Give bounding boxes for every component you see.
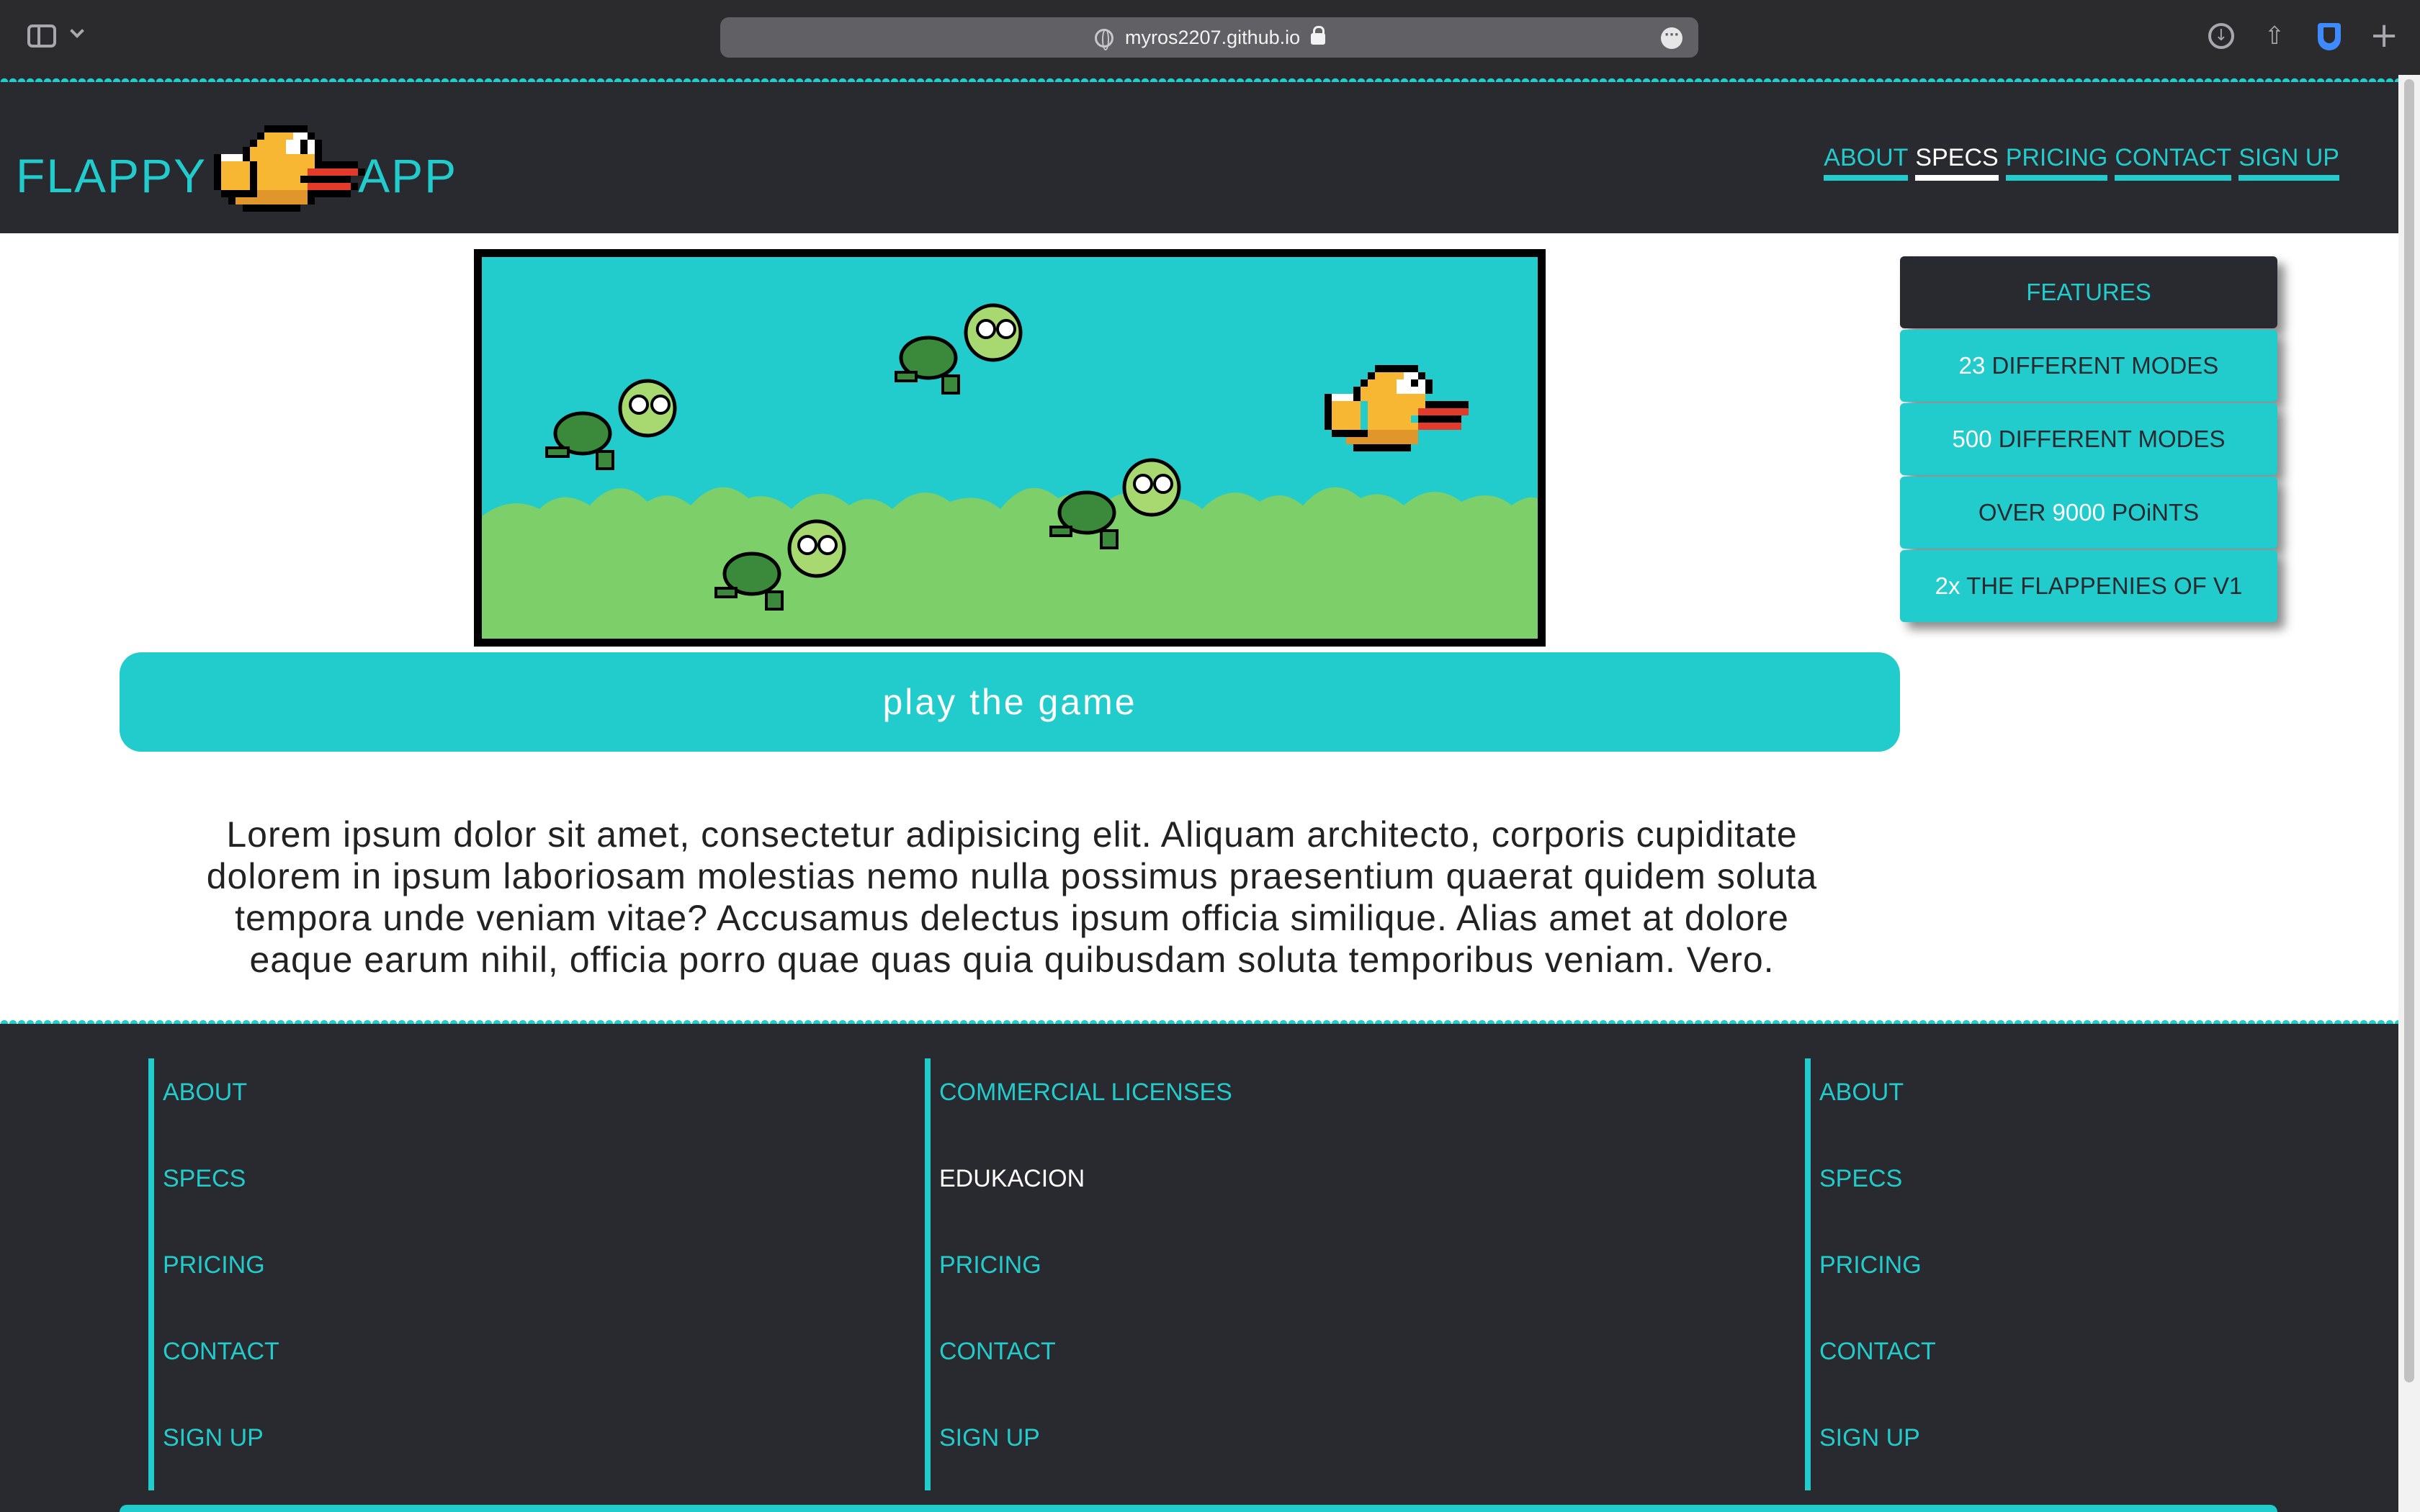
footer-link-about[interactable]: ABOUT	[163, 1058, 279, 1145]
footer-bottom-bar	[120, 1505, 2277, 1512]
flappy-bird-icon	[214, 125, 366, 212]
footer-link-contact[interactable]: CONTACT	[939, 1318, 1232, 1404]
feature-prefix: OVER	[1978, 499, 2053, 526]
footer-link-pricing[interactable]: PRICING	[163, 1231, 279, 1318]
features-panel: FEATURES 23 DIFFERENT MODES 500 DIFFEREN…	[1900, 256, 2277, 624]
feature-highlight: 2x	[1935, 572, 1960, 599]
nav-contact[interactable]: CONTACT	[2115, 144, 2232, 181]
browser-toolbar: myros2207.github.io ··· ↓ ⇧ +	[0, 0, 2420, 75]
feature-highlight: 9000	[2052, 499, 2105, 526]
description-text: Lorem ipsum dolor sit amet, consectetur …	[206, 814, 1818, 980]
features-title: FEATURES	[1900, 256, 2277, 328]
new-tab-icon[interactable]: +	[2370, 18, 2398, 53]
sidebar-toggle-icon[interactable]	[27, 24, 56, 48]
scrollbar-thumb[interactable]	[2404, 79, 2414, 1382]
web-page: FLAPPY APP ABOUT SPECS PRICING CONTACT S…	[0, 75, 2398, 1512]
share-icon[interactable]: ⇧	[2262, 23, 2287, 49]
page-scrollbar[interactable]	[2398, 75, 2420, 1512]
nav-specs[interactable]: SPECS	[1915, 144, 1999, 181]
footer-link-specs[interactable]: SPECS	[1819, 1145, 1936, 1231]
footer-link-edukacion[interactable]: EDUKACION	[939, 1145, 1232, 1231]
shield-extension-icon[interactable]	[2318, 23, 2341, 50]
footer-link-sign-up[interactable]: SIGN UP	[163, 1404, 279, 1490]
wavy-divider	[0, 75, 2398, 82]
footer-column-2: COMMERCIAL LICENSES EDUKACION PRICING CO…	[925, 1058, 1232, 1490]
lock-icon	[1311, 26, 1325, 45]
footer-link-sign-up[interactable]: SIGN UP	[939, 1404, 1232, 1490]
address-bar[interactable]: myros2207.github.io ···	[720, 17, 1698, 58]
game-preview-image	[474, 249, 1546, 647]
game-scene	[482, 257, 1538, 639]
feature-highlight: 23	[1958, 352, 1986, 379]
wavy-divider	[0, 1017, 2398, 1024]
footer-link-commercial-licenses[interactable]: COMMERCIAL LICENSES	[939, 1058, 1232, 1145]
footer-column-3: ABOUT SPECS PRICING CONTACT SIGN UP	[1805, 1058, 1936, 1490]
feature-item: 23 DIFFERENT MODES	[1900, 330, 2277, 402]
logo-text-left: FLAPPY	[16, 149, 207, 202]
footer-link-about[interactable]: ABOUT	[1819, 1058, 1936, 1145]
chevron-down-icon[interactable]	[70, 24, 84, 38]
feature-highlight: 500	[1952, 426, 1992, 452]
footer-link-specs[interactable]: SPECS	[163, 1145, 279, 1231]
footer-link-contact[interactable]: CONTACT	[1819, 1318, 1936, 1404]
url-text: myros2207.github.io	[1125, 27, 1301, 48]
logo-text-right: APP	[358, 149, 458, 202]
feature-text: DIFFERENT MODES	[1991, 426, 2226, 452]
play-game-button[interactable]: play the game	[120, 652, 1900, 752]
main-nav: ABOUT SPECS PRICING CONTACT SIGN UP	[1824, 144, 2339, 181]
feature-text: DIFFERENT MODES	[1985, 352, 2219, 379]
nav-sign-up[interactable]: SIGN UP	[2238, 144, 2339, 181]
globe-icon	[1095, 29, 1113, 50]
footer-link-pricing[interactable]: PRICING	[939, 1231, 1232, 1318]
site-logo[interactable]: FLAPPY APP	[16, 125, 458, 219]
site-footer: ABOUT SPECS PRICING CONTACT SIGN UP COMM…	[0, 1017, 2398, 1512]
nav-about[interactable]: ABOUT	[1824, 144, 1909, 181]
footer-column-1: ABOUT SPECS PRICING CONTACT SIGN UP	[148, 1058, 279, 1490]
site-header: FLAPPY APP ABOUT SPECS PRICING CONTACT S…	[0, 75, 2398, 233]
nav-pricing[interactable]: PRICING	[2005, 144, 2108, 181]
footer-link-pricing[interactable]: PRICING	[1819, 1231, 1936, 1318]
download-icon[interactable]: ↓	[2208, 23, 2234, 49]
footer-link-contact[interactable]: CONTACT	[163, 1318, 279, 1404]
feature-item: OVER 9000 POiNTS	[1900, 477, 2277, 549]
feature-item: 2x THE FLAPPENIES OF V1	[1900, 550, 2277, 622]
more-options-icon[interactable]: ···	[1661, 27, 1682, 49]
footer-link-sign-up[interactable]: SIGN UP	[1819, 1404, 1936, 1490]
feature-text: POiNTS	[2105, 499, 2200, 526]
feature-text: THE FLAPPENIES OF V1	[1960, 572, 2243, 599]
feature-item: 500 DIFFERENT MODES	[1900, 403, 2277, 475]
